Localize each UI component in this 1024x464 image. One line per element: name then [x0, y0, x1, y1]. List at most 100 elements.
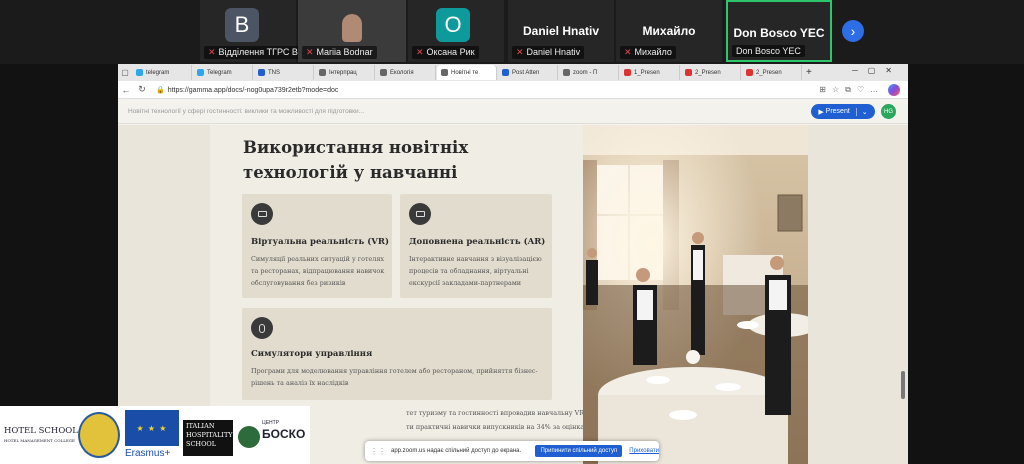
reload-icon[interactable]: ↻ [134, 84, 150, 95]
participant-name: Михайло [642, 24, 696, 38]
eu-flag-icon: ★ ★ ★ [125, 410, 179, 446]
browser-tab[interactable]: telegram [132, 65, 192, 80]
new-tab-button[interactable]: + [806, 67, 812, 78]
participant-tile-active-speaker[interactable]: Don Bosco YEC Don Bosco YEC [726, 0, 832, 62]
mic-muted-icon: ✕ [416, 47, 424, 57]
participant-tile[interactable]: Михайло ✕ Михайло [616, 0, 722, 62]
document-header: Новітні технології у сфері гостинності: … [118, 100, 908, 124]
document-title: Новітні технології у сфері гостинності: … [128, 108, 365, 115]
tab-label: zoom - П [573, 69, 598, 76]
participant-tile[interactable]: ✕ Mariia Bodnar [298, 0, 406, 62]
card-heading: Доповнена реальність (AR) [409, 237, 546, 247]
sponsor-logos: HOTEL SCHOOL HOTEL MANAGEMENT COLLEGE ★ … [0, 406, 310, 464]
participant-tile[interactable]: O ✕ Оксана Рик [408, 0, 504, 62]
copilot-icon[interactable] [888, 83, 900, 96]
hide-button[interactable]: Приховати [629, 448, 659, 454]
tab-bar: ▢ telegram Telegram TNS Інтерпрaц Екологія Но… [118, 64, 908, 81]
favicon-icon [258, 69, 265, 76]
hotel-school-logo: HOTEL SCHOOL [4, 426, 78, 436]
window-controls[interactable]: ─▢✕ [852, 66, 902, 75]
avatar[interactable]: HG [881, 104, 896, 119]
chevron-right-icon[interactable]: › [842, 20, 864, 42]
drag-handle-icon[interactable]: ⋮⋮ [370, 447, 386, 456]
tab-label: Новітні те [451, 69, 479, 76]
card-simulators: Симулятори управління Програми для модел… [242, 308, 552, 400]
scrollbar-thumb[interactable] [901, 371, 905, 399]
toolbar-icons[interactable]: ⊞☆⧉♡… [819, 85, 884, 95]
browser-tab[interactable]: 2_Presen [742, 65, 802, 80]
hotel-school-subtitle: HOTEL MANAGEMENT COLLEGE [4, 438, 75, 443]
chevron-down-icon[interactable]: ⌄ [855, 107, 868, 116]
participant-tile[interactable]: B ✕Відділення ТГРС ВоФК... [200, 0, 304, 62]
card-text: Симуляції реальних ситуацій у готелях та… [251, 255, 385, 287]
restaurant-photo [583, 125, 808, 464]
mouse-icon [251, 317, 273, 339]
bosco-center-label: ЦЕНТР [262, 420, 280, 426]
share-message: app.zoom.us надає спільний доступ до екр… [391, 448, 522, 454]
card-heading: Симулятори управління [251, 349, 373, 359]
browser-tab[interactable]: 1_Presen [620, 65, 680, 80]
mic-muted-icon: ✕ [306, 47, 314, 57]
college-crest-logo [78, 412, 120, 458]
mic-muted-icon: ✕ [516, 47, 524, 57]
slide-title: Використання новітніх технологій у навча… [243, 138, 469, 182]
participant-caption: ✕ Оксана Рик [412, 46, 479, 59]
card-text: Інтерактивне навчання з візуалізацією пр… [409, 255, 542, 287]
stop-sharing-button[interactable]: Припинити спільний доступ [535, 445, 623, 457]
avatar: O [436, 8, 470, 42]
scrollbar[interactable] [900, 125, 906, 464]
screen: B ✕Відділення ТГРС ВоФК... ✕Mariia Bodna… [0, 0, 1024, 464]
favicon-icon [746, 69, 753, 76]
participant-caption: ✕ Михайло [620, 46, 676, 59]
avatar: B [225, 8, 259, 42]
tab-actions-icon[interactable]: ▢ [118, 68, 132, 77]
card-heading: Віртуальна реальність (VR) [251, 237, 389, 247]
browser-tab[interactable]: TNS [254, 65, 314, 80]
participant-caption: ✕ Daniel Hnativ [512, 46, 585, 59]
browser-tab[interactable]: zoom - П [559, 65, 619, 80]
participant-name: Daniel Hnativ [522, 24, 600, 38]
participant-caption: ✕Відділення ТГРС ВоФК... [204, 46, 304, 59]
browser-window: ▢ telegram Telegram TNS Інтерпрaц Екологія Но… [118, 64, 908, 464]
participant-caption: ✕ Mariia Bodnar [302, 46, 377, 59]
card-vr: Віртуальна реальність (VR) Симуляції реа… [242, 194, 392, 298]
present-button[interactable]: ▶ Present ⌄ [811, 104, 875, 119]
favicon-icon [441, 69, 448, 76]
browser-tab[interactable]: Новітні те [437, 65, 497, 80]
browser-tab[interactable]: 2_Presen [681, 65, 741, 80]
tab-label: telegram [146, 69, 170, 76]
participant-name: Don Bosco YEC [733, 26, 825, 40]
tab-label: 1_Presen [634, 69, 660, 76]
favicon-icon [197, 69, 204, 76]
favicon-icon [380, 69, 387, 76]
bosco-emblem-icon [238, 426, 260, 448]
favicon-icon [502, 69, 509, 76]
screen-share-notice: ⋮⋮ app.zoom.us надає спільний доступ до … [365, 441, 659, 461]
favicon-icon [136, 69, 143, 76]
ar-glasses-icon [409, 203, 431, 225]
tabs: telegram Telegram TNS Інтерпрaц Екологія Нові… [132, 65, 803, 80]
lock-icon: 🔒 [156, 86, 165, 94]
browser-tab[interactable]: Post Atten [498, 65, 558, 80]
tab-label: Telegram [207, 69, 232, 76]
favicon-icon [624, 69, 631, 76]
participant-tile[interactable]: Daniel Hnativ ✕ Daniel Hnativ [508, 0, 614, 62]
mic-muted-icon: ✕ [208, 47, 216, 57]
tab-label: TNS [268, 69, 280, 76]
vr-headset-icon [251, 203, 273, 225]
participant-caption: Don Bosco YEC [732, 45, 805, 57]
favicon-icon [563, 69, 570, 76]
participant-video [342, 14, 362, 42]
url-field[interactable]: 🔒 https://gamma.app/docs/-nog0upa739r2etb… [156, 86, 819, 94]
zoom-participant-strip: B ✕Відділення ТГРС ВоФК... ✕Mariia Bodna… [0, 0, 1024, 64]
address-bar: ← ↻ 🔒 https://gamma.app/docs/-nog0upa739r… [118, 81, 908, 99]
browser-tab[interactable]: Інтерпрaц [315, 65, 375, 80]
bosco-label: БОСКО [262, 427, 306, 441]
favicon-icon [685, 69, 692, 76]
back-icon[interactable]: ← [118, 85, 134, 95]
card-ar: Доповнена реальність (AR) Інтерактивне н… [400, 194, 552, 298]
browser-tab[interactable]: Екологія [376, 65, 436, 80]
card-text: Програми для моделювання управління готе… [251, 367, 538, 387]
browser-tab[interactable]: Telegram [193, 65, 253, 80]
mic-muted-icon: ✕ [624, 47, 632, 57]
